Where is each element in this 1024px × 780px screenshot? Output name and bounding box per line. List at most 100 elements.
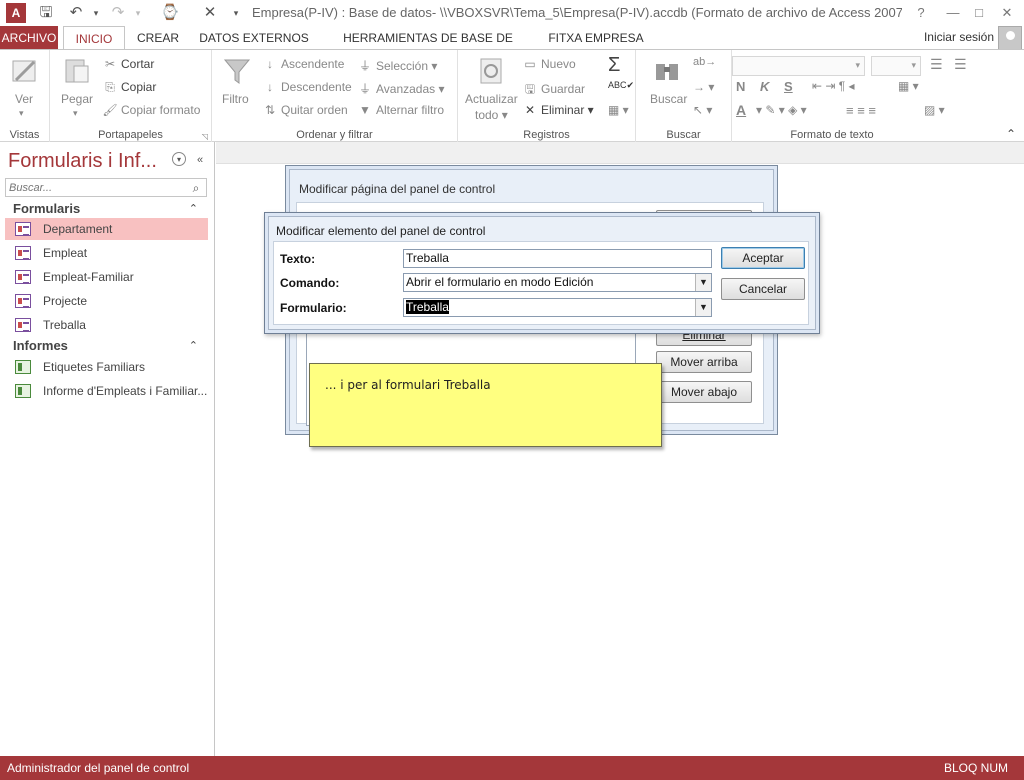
nav-item-empleat-familiar[interactable]: Empleat-Familiar bbox=[5, 266, 208, 288]
comando-select[interactable]: Abrir el formulario en modo Edición ▼ bbox=[403, 273, 712, 292]
ver-button[interactable]: Ver bbox=[15, 92, 33, 106]
font-color-button[interactable]: A bbox=[736, 102, 746, 118]
nav-item-empleat[interactable]: Empleat bbox=[5, 242, 208, 264]
copiar-button[interactable]: ⎘ Copiar bbox=[102, 80, 156, 95]
group-label: Buscar bbox=[666, 129, 701, 141]
nav-item-treballa[interactable]: Treballa bbox=[5, 314, 208, 336]
report-icon bbox=[15, 360, 31, 374]
search-icon[interactable]: ⌕ bbox=[188, 180, 204, 196]
nav-item-departament[interactable]: Departament bbox=[5, 218, 208, 240]
switchboard-icon[interactable]: ⌚ bbox=[160, 3, 180, 23]
save-record-icon: 🖫 bbox=[524, 82, 536, 96]
group-formato-texto: ▾ ▾ ☰ ☰ N K S ⇤ ⇥ ¶ ◂ ▦ ▾ A ▾ ✎ ▾ ◈ ▾ ≡ … bbox=[732, 50, 1024, 143]
minimize-button[interactable]: — bbox=[942, 2, 964, 24]
comando-label: Comando: bbox=[280, 276, 340, 290]
redo-icon[interactable]: ↷ bbox=[108, 3, 128, 23]
gridlines-icon[interactable]: ▦ ▾ bbox=[898, 79, 919, 93]
cortar-button[interactable]: ✂ Cortar bbox=[102, 57, 154, 71]
filter-icon bbox=[223, 59, 251, 84]
formulario-select[interactable]: Treballa ▼ bbox=[403, 298, 712, 317]
pegar-button[interactable]: Pegar bbox=[61, 92, 93, 106]
group-ordenar-filtrar: Filtro ↓ Ascendente ↓ Descendente ⇅ Quitar … bbox=[212, 50, 458, 143]
chevron-down-icon[interactable]: ▼ bbox=[695, 274, 711, 291]
buscar-button[interactable]: Buscar bbox=[650, 92, 687, 106]
tab-datos-externos[interactable]: DATOS EXTERNOS bbox=[196, 26, 312, 50]
tab-fitxa-empresa[interactable]: FITXA EMPRESA bbox=[544, 26, 648, 50]
copiar-formato-button[interactable]: 🖌 Copiar formato bbox=[102, 103, 200, 117]
quitar-orden-button[interactable]: ⇅ Quitar orden bbox=[262, 103, 348, 117]
eliminar-button[interactable]: ✕ Eliminar ▾ bbox=[522, 103, 594, 117]
totals-icon[interactable]: Σ bbox=[608, 54, 620, 77]
scissors-icon: ✂ bbox=[104, 57, 116, 71]
ascendente-button[interactable]: ↓ Ascendente bbox=[262, 57, 344, 71]
collapse-group-icon: ⌃ bbox=[188, 340, 198, 352]
bold-button[interactable]: N bbox=[736, 79, 745, 94]
numbering-icon[interactable]: ☰ bbox=[954, 56, 967, 73]
bullets-icon[interactable]: ☰ bbox=[930, 56, 943, 73]
save-icon[interactable]: 🖫 bbox=[36, 3, 56, 23]
nav-item-etiquetes-familiars[interactable]: Etiquetes Familiars bbox=[5, 356, 208, 378]
signin-link[interactable]: Iniciar sesión bbox=[924, 30, 994, 44]
nav-title[interactable]: Formularis i Inf... bbox=[8, 150, 157, 173]
spelling-icon[interactable]: ABC✔ bbox=[608, 80, 634, 91]
avanzadas-button[interactable]: ⏚ Avanzadas ▾ bbox=[357, 80, 445, 97]
restore-button[interactable]: □ bbox=[968, 2, 990, 24]
cancelar-button[interactable]: Cancelar bbox=[721, 278, 805, 300]
tab-inicio[interactable]: INICIO bbox=[63, 26, 125, 51]
dialog-title: Modificar elemento del panel de control bbox=[276, 224, 486, 238]
chevron-down-icon[interactable]: ▼ bbox=[695, 299, 711, 316]
filtro-button[interactable]: Filtro bbox=[222, 92, 249, 106]
form-icon bbox=[15, 270, 31, 284]
ver-dropdown-icon[interactable]: ▾ bbox=[19, 108, 24, 119]
toggle-filter-icon: ▼ bbox=[359, 103, 371, 117]
nav-group-formularis[interactable]: Formularis ⌃ bbox=[5, 199, 208, 219]
close-button[interactable]: ✕ bbox=[996, 2, 1018, 24]
font-size-dropdown[interactable]: ▾ bbox=[871, 56, 921, 76]
undo-dropdown-icon[interactable]: ▾ bbox=[86, 3, 106, 23]
collapse-ribbon-icon[interactable]: ⌃ bbox=[1006, 127, 1016, 141]
nav-search-input[interactable] bbox=[6, 179, 186, 196]
access-app-icon[interactable]: A bbox=[6, 3, 26, 23]
mover-abajo-button[interactable]: Mover abajo bbox=[656, 381, 752, 403]
fill-icon[interactable]: ▨ ▾ bbox=[924, 103, 945, 117]
undo-icon[interactable]: ↶ bbox=[66, 3, 86, 23]
nav-collapse-icon[interactable]: « bbox=[192, 152, 208, 168]
descendente-button[interactable]: ↓ Descendente bbox=[262, 80, 352, 94]
formulario-label: Formulario: bbox=[280, 301, 347, 315]
mover-arriba-button[interactable]: Mover arriba bbox=[656, 351, 752, 373]
aceptar-button[interactable]: Aceptar bbox=[721, 247, 805, 269]
texto-input[interactable]: Treballa bbox=[403, 249, 712, 268]
dialog-launcher-icon[interactable]: ◹ bbox=[202, 132, 208, 141]
actualizar-button[interactable]: Actualizar bbox=[465, 92, 518, 106]
nav-item-projecte[interactable]: Projecte bbox=[5, 290, 208, 312]
alternar-filtro-button[interactable]: ▼ Alternar filtro bbox=[357, 103, 444, 117]
guardar-button[interactable]: 🖫 Guardar bbox=[522, 80, 585, 101]
texto-label: Texto: bbox=[280, 252, 316, 266]
font-name-dropdown[interactable]: ▾ bbox=[732, 56, 865, 76]
user-avatar[interactable] bbox=[998, 26, 1022, 50]
tab-crear[interactable]: CREAR bbox=[130, 26, 186, 50]
nuevo-button[interactable]: ▭ Nuevo bbox=[522, 57, 575, 71]
redo-dropdown-icon[interactable]: ▾ bbox=[128, 3, 148, 23]
group-vistas: Ver ▾ Vistas bbox=[0, 50, 50, 143]
pegar-dropdown-icon[interactable]: ▾ bbox=[73, 108, 78, 119]
close-object-icon[interactable]: ✕ bbox=[200, 3, 220, 23]
indent-icons[interactable]: ⇤ ⇥ ¶ ◂ bbox=[812, 79, 855, 93]
underline-button[interactable]: S bbox=[784, 79, 793, 94]
actualizar-todo-label[interactable]: todo ▾ bbox=[475, 108, 508, 122]
select-icon[interactable]: ↖ ▾ bbox=[693, 103, 712, 117]
tab-herramientas[interactable]: HERRAMIENTAS DE BASE DE DATOS bbox=[322, 26, 534, 69]
italic-button[interactable]: K bbox=[760, 79, 769, 94]
help-button[interactable]: ? bbox=[910, 2, 932, 24]
nav-group-informes[interactable]: Informes ⌃ bbox=[5, 336, 208, 356]
nav-menu-dropdown-icon[interactable]: ▾ bbox=[172, 152, 186, 166]
seleccion-button[interactable]: ⏚ Selección ▾ bbox=[357, 57, 437, 74]
highlight-icons[interactable]: ▾ ✎ ▾ ◈ ▾ bbox=[756, 103, 807, 117]
more-records-icon[interactable]: ▦ ▾ bbox=[608, 103, 629, 117]
goto-icon[interactable]: → ▾ bbox=[693, 80, 714, 94]
replace-icon[interactable]: ab→ bbox=[693, 56, 716, 68]
customize-qat-icon[interactable]: ▾ bbox=[226, 3, 246, 23]
tab-archivo[interactable]: ARCHIVO bbox=[0, 26, 58, 50]
nav-item-informe-empleats[interactable]: Informe d'Empleats i Familiar... bbox=[5, 380, 208, 402]
align-icons[interactable]: ≡ ≡ ≡ bbox=[846, 103, 876, 118]
